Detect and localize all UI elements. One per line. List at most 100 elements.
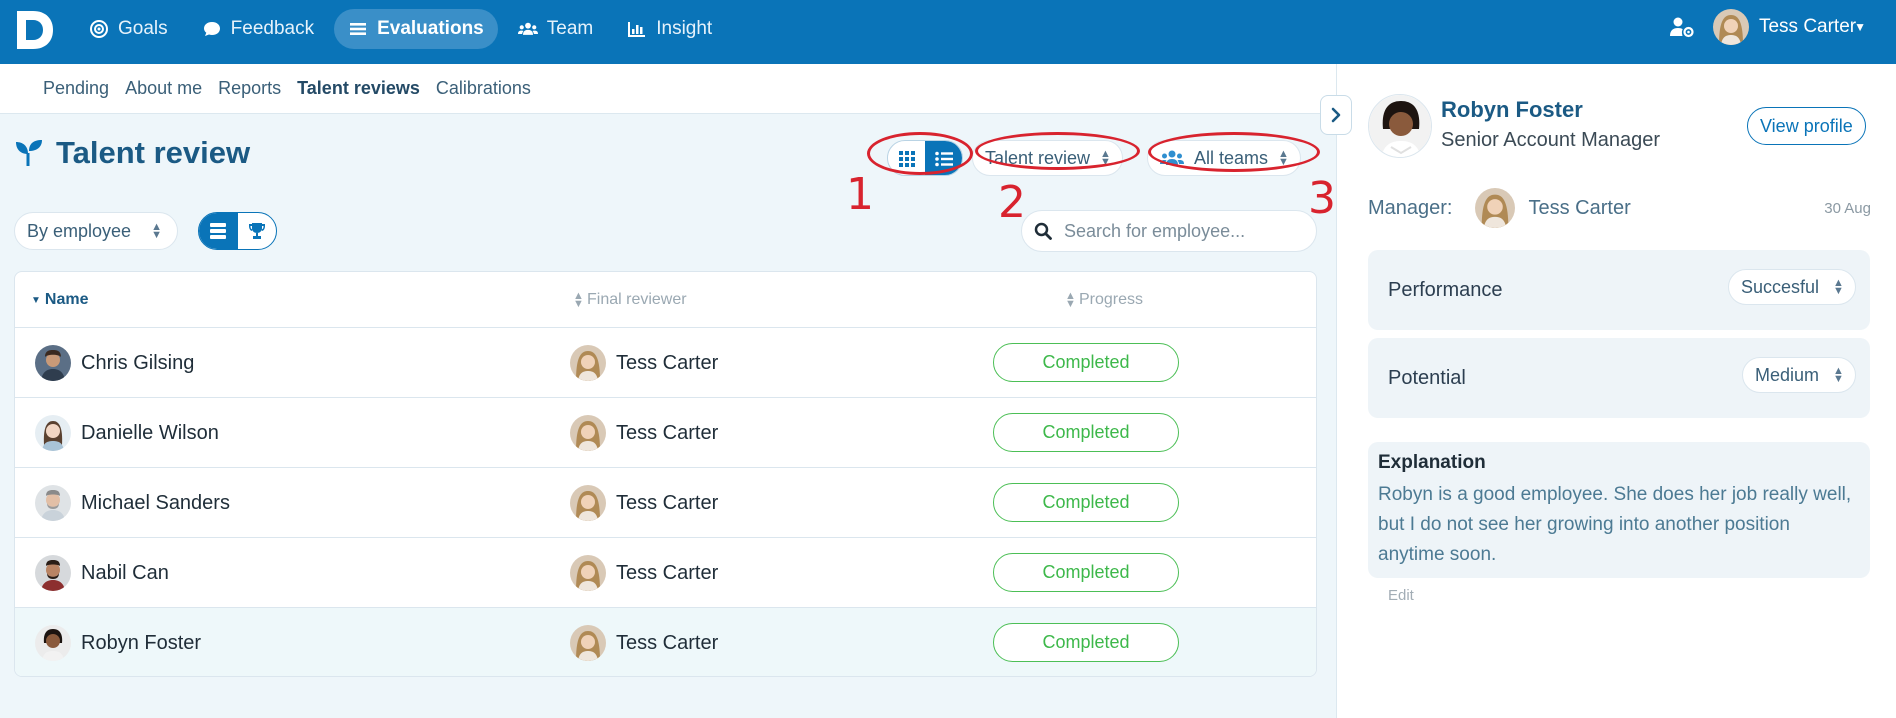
annotation-circle-2: [975, 132, 1140, 170]
annotation-circle-1: [867, 132, 973, 175]
subnav-pending[interactable]: Pending: [43, 78, 109, 99]
nav-team-label: Team: [546, 18, 594, 39]
edit-link[interactable]: Edit: [1388, 587, 1414, 604]
reviewer-avatar: [570, 345, 606, 381]
employee-cell: Michael Sanders: [35, 485, 230, 521]
main-nav: Goals Feedback Evaluations Team Insight: [75, 9, 726, 49]
annotation-number-1: 1: [846, 169, 874, 220]
mode-toggle: [198, 212, 277, 250]
nav-feedback-label: Feedback: [230, 18, 315, 39]
top-navigation-bar: Goals Feedback Evaluations Team Insight …: [0, 0, 1896, 64]
nav-goals[interactable]: Goals: [75, 9, 182, 49]
status-badge: Completed: [993, 413, 1179, 452]
table-row[interactable]: Michael Sanders Tess Carter Completed: [15, 468, 1316, 538]
status-badge: Completed: [993, 343, 1179, 382]
profile-avatar: [1368, 94, 1432, 158]
caret-down-icon: ▼: [1854, 20, 1866, 34]
column-progress-header[interactable]: ▲ ▼ Progress: [1065, 291, 1144, 310]
performance-select[interactable]: Succesful ▲ ▼: [1727, 269, 1856, 305]
manager-row: Manager: Tess Carter: [1368, 188, 1631, 228]
nav-goals-label: Goals: [118, 18, 168, 39]
table-row[interactable]: Danielle Wilson Tess Carter Completed: [15, 398, 1316, 468]
potential-value: Medium: [1754, 364, 1819, 385]
reviewer-name: Tess Carter: [616, 631, 719, 654]
reviewer-name: Tess Carter: [616, 421, 719, 444]
reviewer-name: Tess Carter: [616, 561, 719, 584]
sort-updown-icon: ▲ ▼: [1833, 365, 1844, 385]
subnav-calibrations[interactable]: Calibrations: [436, 78, 531, 99]
employee-name: Michael Sanders: [81, 491, 230, 514]
profile-name: Robyn Foster: [1441, 97, 1583, 122]
performance-card: Performance Succesful ▲ ▼: [1368, 250, 1870, 330]
employee-cell: Danielle Wilson: [35, 415, 219, 451]
table-mode-button[interactable]: [199, 213, 238, 249]
table-row[interactable]: Chris Gilsing Tess Carter Completed: [15, 328, 1316, 398]
column-reviewer-header[interactable]: ▲ ▼ Final reviewer: [573, 290, 687, 310]
reviewer-name: Tess Carter: [616, 491, 719, 514]
reviewer-cell: Tess Carter: [570, 625, 718, 661]
potential-label: Potential: [1388, 367, 1466, 389]
table-header: ▼ Name ▲ ▼ Final reviewer ▲ ▼ Progress: [15, 272, 1316, 328]
annotation-number-2: 2: [998, 177, 1026, 228]
nav-evaluations[interactable]: Evaluations: [334, 9, 498, 49]
group-by-select[interactable]: By employee ▲ ▼: [14, 212, 179, 250]
user-settings-icon[interactable]: [1669, 16, 1695, 38]
column-name-label: Name: [44, 291, 89, 308]
table-row-selected[interactable]: Robyn Foster Tess Carter Completed: [15, 608, 1316, 676]
manager-label: Manager:: [1368, 196, 1453, 219]
annotation-number-3: 3: [1308, 173, 1336, 224]
column-progress-label: Progress: [1079, 291, 1144, 308]
subnav-about-me[interactable]: About me: [125, 78, 202, 99]
column-name-header[interactable]: ▼ Name: [31, 291, 88, 309]
target-icon: [90, 20, 108, 38]
employee-name: Robyn Foster: [81, 631, 202, 654]
top-right-area: Tess Carter ▼: [1669, 9, 1866, 45]
main-content: Talent review Talent review ▲ ▼ All teams…: [0, 115, 1336, 718]
subnav-reports[interactable]: Reports: [218, 78, 281, 99]
reviewer-avatar: [570, 485, 606, 521]
reviewer-cell: Tess Carter: [570, 345, 718, 381]
users-icon: [517, 22, 538, 35]
nav-insight[interactable]: Insight: [613, 9, 726, 49]
search-icon: [1034, 222, 1052, 240]
status-badge: Completed: [993, 483, 1179, 522]
explanation-title: Explanation: [1378, 452, 1486, 473]
explanation-card: Explanation Robyn is a good employee. Sh…: [1368, 442, 1870, 578]
employee-avatar: [35, 345, 71, 381]
list-icon: [350, 23, 367, 35]
view-profile-button[interactable]: View profile: [1747, 107, 1866, 145]
page-title-text: Talent review: [56, 135, 251, 170]
performance-value: Succesful: [1740, 276, 1819, 297]
manager-name[interactable]: Tess Carter: [1529, 197, 1631, 220]
reviewer-cell: Tess Carter: [570, 555, 718, 591]
employee-cell: Robyn Foster: [35, 625, 201, 661]
user-name: Tess Carter: [1758, 16, 1857, 37]
app-logo[interactable]: [13, 9, 55, 51]
nav-evaluations-label: Evaluations: [377, 18, 484, 39]
reviewer-cell: Tess Carter: [570, 415, 718, 451]
subnav-talent-reviews[interactable]: Talent reviews: [297, 78, 420, 99]
sub-navigation: Pending About me Reports Talent reviews …: [0, 64, 1336, 114]
reviewer-avatar: [570, 625, 606, 661]
potential-select[interactable]: Medium ▲ ▼: [1741, 357, 1856, 393]
trophy-mode-button[interactable]: [238, 213, 277, 249]
sort-updown-icon: ▲ ▼: [573, 290, 584, 310]
profile-role: Senior Account Manager: [1441, 129, 1661, 151]
search-box[interactable]: Search for employee...: [1021, 210, 1317, 252]
sort-updown-icon: ▲ ▼: [151, 221, 162, 241]
employee-avatar: [35, 625, 71, 661]
reviewer-name: Tess Carter: [616, 351, 719, 374]
sprout-icon: [16, 140, 42, 166]
explanation-text: Robyn is a good employee. She does her j…: [1378, 484, 1852, 565]
user-menu[interactable]: Tess Carter ▼: [1712, 9, 1866, 45]
talent-review-table: ▼ Name ▲ ▼ Final reviewer ▲ ▼ Progress Chr…: [14, 271, 1317, 677]
collapse-panel-button[interactable]: [1320, 95, 1352, 135]
chat-bubble-icon: [203, 22, 220, 36]
employee-cell: Chris Gilsing: [35, 345, 194, 381]
nav-feedback[interactable]: Feedback: [188, 9, 328, 49]
table-row[interactable]: Nabil Can Tess Carter Completed: [15, 538, 1316, 608]
nav-insight-label: Insight: [656, 18, 713, 39]
annotation-circle-3: [1148, 132, 1320, 172]
nav-team[interactable]: Team: [504, 9, 607, 49]
review-date: 30 Aug: [1824, 200, 1871, 217]
